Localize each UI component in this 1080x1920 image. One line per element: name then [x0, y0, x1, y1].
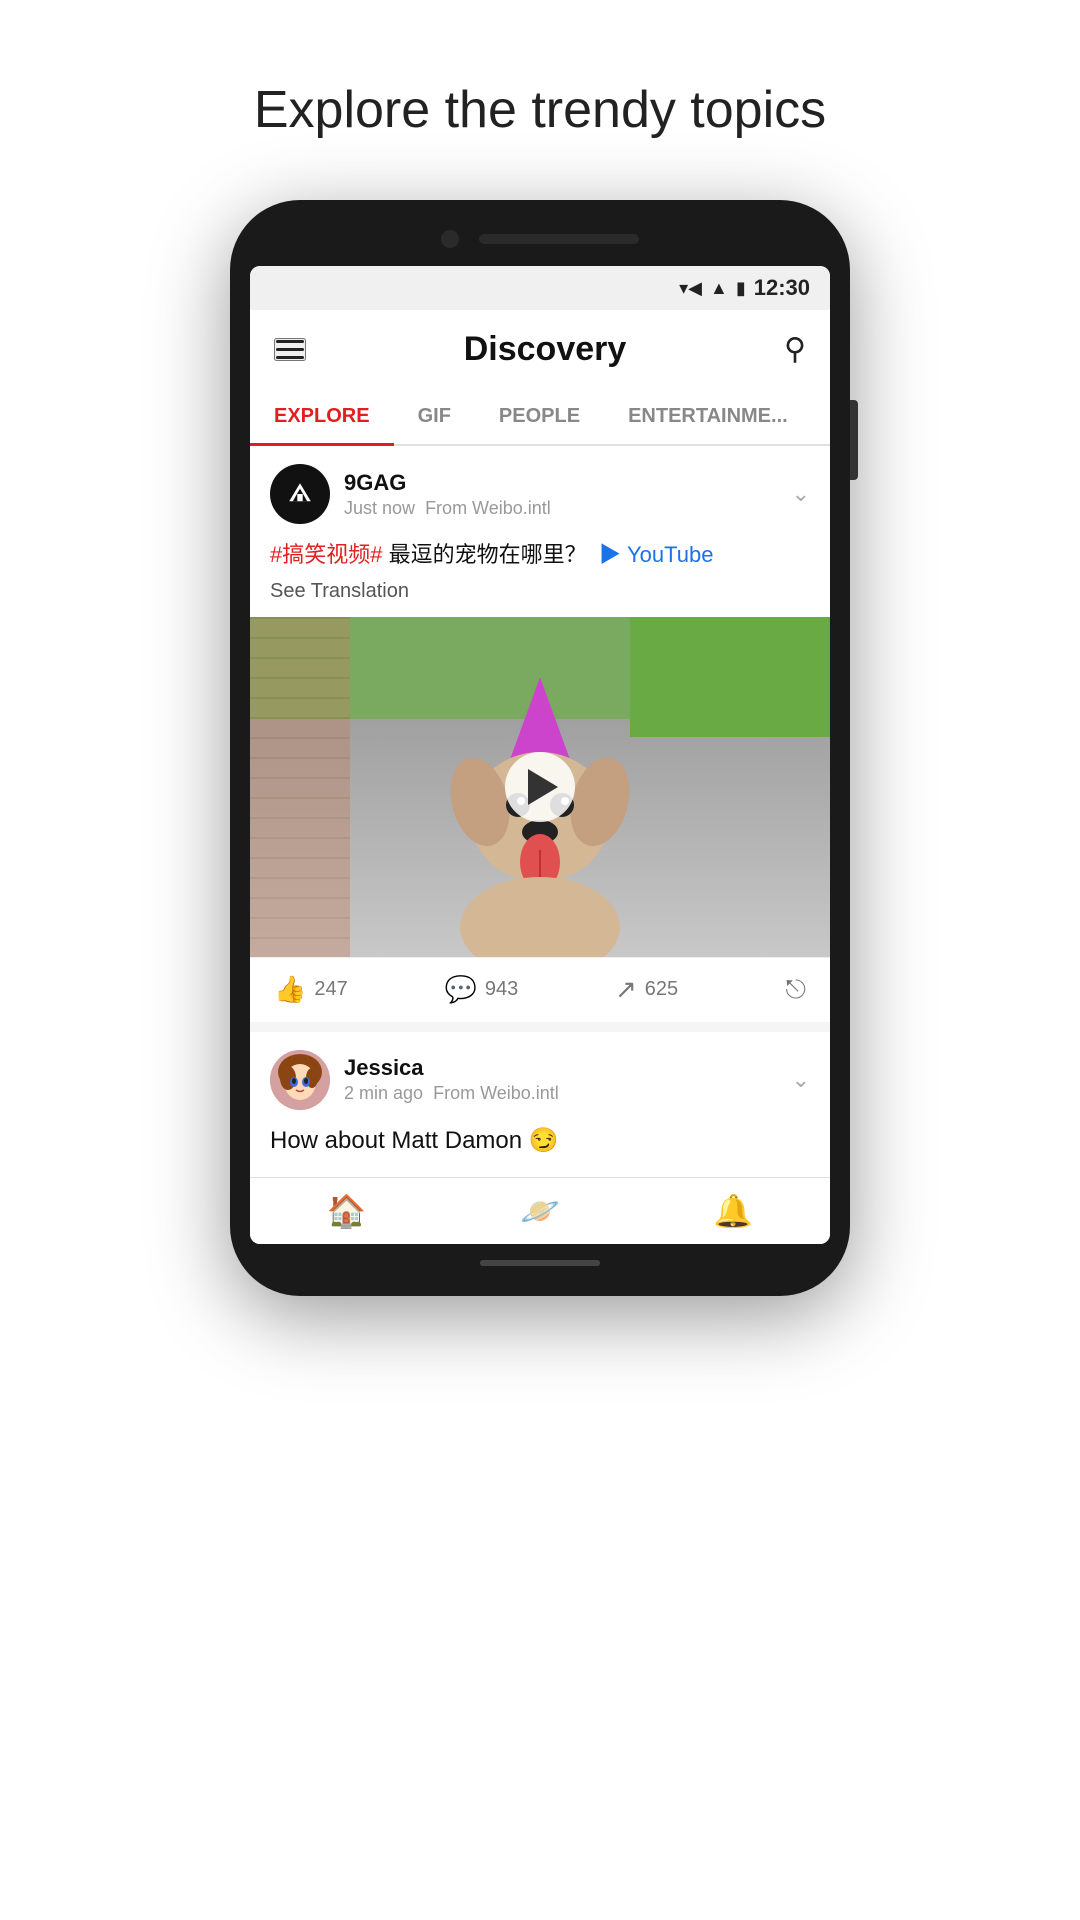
tab-gif[interactable]: GIF [394, 389, 475, 444]
avatar-jessica [270, 1050, 330, 1110]
post-text: #搞笑视频# 最逗的宠物在哪里？ ▶ YouTube See Translati… [250, 534, 830, 617]
phone-screen: ▾◀ ▲ ▮ 12:30 Discovery ⚲ EXPLORE GIF PEO… [250, 266, 830, 1244]
play-button[interactable] [505, 752, 575, 822]
comment-button[interactable]: 💬 943 [444, 974, 614, 1005]
nav-home[interactable]: 🏠 [250, 1192, 443, 1230]
app-header: Discovery ⚲ [250, 310, 830, 389]
post-header-left: 9GAG Just now From Weibo.intl [270, 464, 551, 524]
comment-icon: 💬 [444, 974, 476, 1005]
brick-wall [250, 617, 350, 957]
comment-count: 943 [485, 978, 518, 1001]
home-icon: 🏠 [327, 1192, 367, 1230]
post-user-info: 9GAG Just now From Weibo.intl [344, 470, 551, 519]
post-header-left-2: Jessica 2 min ago From Weibo.intl [270, 1050, 559, 1110]
phone-shell: ▾◀ ▲ ▮ 12:30 Discovery ⚲ EXPLORE GIF PEO… [230, 200, 850, 1296]
share-button[interactable]: ⎋ [785, 974, 806, 1006]
post-user-name: 9GAG [344, 470, 551, 496]
battery-icon: ▮ [736, 278, 746, 299]
search-button[interactable]: ⚲ [784, 332, 806, 367]
signal-icon: ▲ [710, 278, 728, 299]
phone-top [250, 230, 830, 248]
tab-entertainment[interactable]: ENTERTAINME... [604, 389, 812, 444]
repost-button[interactable]: ↗ 625 [615, 974, 785, 1005]
tabs-bar: EXPLORE GIF PEOPLE ENTERTAINME... [250, 389, 830, 446]
avatar-9gag [270, 464, 330, 524]
post-header: 9GAG Just now From Weibo.intl ⌄ [250, 446, 830, 534]
app-title: Discovery [464, 330, 627, 369]
repost-count: 625 [645, 978, 678, 1001]
page-heading: Explore the trendy topics [254, 80, 826, 140]
post-header-2: Jessica 2 min ago From Weibo.intl ⌄ [250, 1032, 830, 1120]
action-bar: 👍 247 💬 943 ↗ 625 ⎋ [250, 957, 830, 1022]
tab-people[interactable]: PEOPLE [475, 389, 604, 444]
like-icon: 👍 [274, 974, 306, 1005]
side-button [850, 400, 858, 480]
feed: 9GAG Just now From Weibo.intl ⌄ #搞笑视频# 最… [250, 446, 830, 1167]
post-text-2: How about Matt Damon 😏 [250, 1120, 830, 1167]
phone-bottom [250, 1260, 830, 1266]
status-time: 12:30 [754, 275, 810, 301]
nav-notifications[interactable]: 🔔 [637, 1192, 830, 1230]
wifi-icon: ▾◀ [679, 278, 702, 299]
video-thumbnail[interactable] [250, 617, 830, 957]
youtube-link[interactable]: ▶ YouTube [599, 542, 714, 567]
nav-discover[interactable]: 🪐 [443, 1192, 636, 1230]
post-body-text: 最逗的宠物在哪里？ [389, 542, 587, 567]
post-meta-2: 2 min ago From Weibo.intl [344, 1083, 559, 1104]
bell-icon: 🔔 [713, 1192, 753, 1230]
like-count: 247 [314, 978, 347, 1001]
home-indicator [480, 1260, 600, 1266]
share-icon: ⎋ [785, 974, 806, 1006]
chevron-down-icon[interactable]: ⌄ [792, 481, 810, 507]
post-meta: Just now From Weibo.intl [344, 498, 551, 519]
status-bar: ▾◀ ▲ ▮ 12:30 [250, 266, 830, 310]
repost-icon: ↗ [615, 974, 637, 1005]
discover-icon: 🪐 [520, 1192, 560, 1230]
post-card: 9GAG Just now From Weibo.intl ⌄ #搞笑视频# 最… [250, 446, 830, 1022]
see-translation[interactable]: See Translation [270, 577, 810, 605]
post-card-2: Jessica 2 min ago From Weibo.intl ⌄ How … [250, 1032, 830, 1167]
like-button[interactable]: 👍 247 [274, 974, 444, 1005]
chevron-down-icon-2[interactable]: ⌄ [792, 1067, 810, 1093]
status-icons: ▾◀ ▲ ▮ 12:30 [679, 275, 810, 301]
tab-explore[interactable]: EXPLORE [250, 389, 394, 444]
hashtag: #搞笑视频# [270, 542, 382, 567]
speaker-bar [479, 234, 639, 244]
bottom-nav: 🏠 🪐 🔔 [250, 1177, 830, 1244]
post-user-info-2: Jessica 2 min ago From Weibo.intl [344, 1055, 559, 1104]
camera-dot [441, 230, 459, 248]
post-user-name-2: Jessica [344, 1055, 559, 1081]
hamburger-menu-button[interactable] [274, 338, 306, 361]
